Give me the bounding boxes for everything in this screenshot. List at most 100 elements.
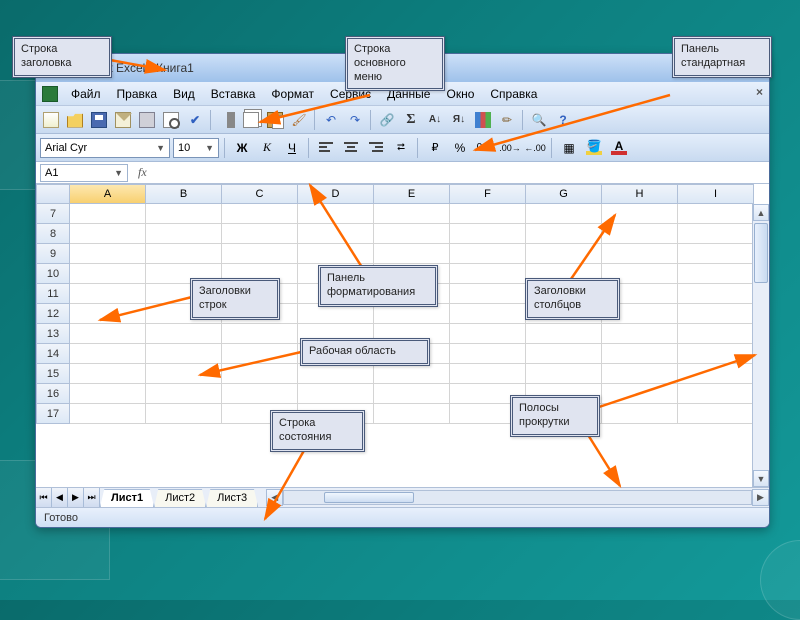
scroll-up-button[interactable]: ▲ <box>753 204 769 221</box>
sheet-tab[interactable]: Лист3 <box>206 489 258 507</box>
select-all-corner[interactable] <box>36 184 70 204</box>
scroll-thumb[interactable] <box>754 223 768 283</box>
menu-file[interactable]: Файл <box>64 84 108 104</box>
redo-button[interactable]: ↷ <box>344 109 366 131</box>
dec-decimal-button[interactable]: ←.00 <box>524 137 546 159</box>
row-header[interactable]: 17 <box>36 404 70 424</box>
mail-button[interactable] <box>112 109 134 131</box>
copy-icon <box>243 112 259 128</box>
scroll-down-button[interactable]: ▼ <box>753 470 769 487</box>
column-header[interactable]: E <box>374 184 450 204</box>
new-button[interactable] <box>40 109 62 131</box>
column-headers: A B C D E F G H I <box>70 184 769 204</box>
preview-icon <box>163 112 179 128</box>
row-header[interactable]: 8 <box>36 224 70 244</box>
column-header[interactable]: I <box>678 184 754 204</box>
column-header[interactable]: A <box>70 184 146 204</box>
autosum-button[interactable]: Σ <box>400 109 422 131</box>
menu-edit[interactable]: Правка <box>110 84 165 104</box>
vertical-scrollbar[interactable]: ▲ ▼ <box>752 204 769 487</box>
row-header[interactable]: 14 <box>36 344 70 364</box>
scroll-left-button[interactable]: ◀ <box>266 489 283 506</box>
inc-decimal-button[interactable]: .00→ <box>499 137 521 159</box>
menu-window[interactable]: Окно <box>439 84 481 104</box>
callout-workarea: Рабочая область <box>300 338 430 366</box>
underline-button[interactable]: Ч <box>281 137 303 159</box>
column-header[interactable]: F <box>450 184 526 204</box>
comma-button[interactable]: 000 <box>474 137 496 159</box>
column-header[interactable]: D <box>298 184 374 204</box>
tab-nav-prev[interactable]: ◀ <box>52 488 68 507</box>
row-header[interactable]: 15 <box>36 364 70 384</box>
tab-nav-next[interactable]: ▶ <box>68 488 84 507</box>
column-header[interactable]: G <box>526 184 602 204</box>
align-left-button[interactable] <box>315 137 337 159</box>
row-header[interactable]: 10 <box>36 264 70 284</box>
italic-button[interactable]: К <box>256 137 278 159</box>
borders-button[interactable]: ▦ <box>558 137 580 159</box>
drawing-button[interactable]: ✏ <box>496 109 518 131</box>
row-header[interactable]: 13 <box>36 324 70 344</box>
callout-scrollbars: Полосы прокрутки <box>510 395 600 437</box>
cut-button[interactable] <box>216 109 238 131</box>
fx-label[interactable]: fx <box>132 165 153 180</box>
save-button[interactable] <box>88 109 110 131</box>
status-text: Готово <box>44 512 78 524</box>
help-button[interactable]: ? <box>552 109 574 131</box>
tab-nav-first[interactable]: ⏮ <box>36 488 52 507</box>
sheet-tab[interactable]: Лист2 <box>154 489 206 507</box>
formatting-toolbar: Arial Cyr ▼ 10 ▼ Ж К Ч ⮂ ₽ % 000 .00→ ←.… <box>36 134 769 162</box>
row-header[interactable]: 11 <box>36 284 70 304</box>
sheet-tab[interactable]: Лист1 <box>100 489 154 507</box>
formula-bar: A1 ▼ fx <box>36 162 769 184</box>
row-header[interactable]: 12 <box>36 304 70 324</box>
standard-toolbar: ✔ 🖌 ↶ ↷ 🔗 Σ A↓ Я↓ ✏ 🔍 ? <box>36 106 769 134</box>
format-painter-button[interactable]: 🖌 <box>288 109 310 131</box>
horizontal-scrollbar[interactable]: ◀ ▶ <box>266 488 769 507</box>
scroll-right-button[interactable]: ▶ <box>752 489 769 506</box>
bold-button[interactable]: Ж <box>231 137 253 159</box>
row-header[interactable]: 7 <box>36 204 70 224</box>
font-combo[interactable]: Arial Cyr ▼ <box>40 138 170 158</box>
callout-titlebar: Строка заголовка <box>12 36 112 78</box>
row-header[interactable]: 9 <box>36 244 70 264</box>
percent-button[interactable]: % <box>449 137 471 159</box>
new-icon <box>43 112 59 128</box>
hyperlink-button[interactable]: 🔗 <box>376 109 398 131</box>
formula-input[interactable] <box>153 164 769 182</box>
menu-insert[interactable]: Вставка <box>204 84 263 104</box>
align-center-button[interactable] <box>340 137 362 159</box>
menu-view[interactable]: Вид <box>166 84 202 104</box>
menu-format[interactable]: Формат <box>264 84 321 104</box>
name-box[interactable]: A1 ▼ <box>40 164 128 182</box>
column-header[interactable]: C <box>222 184 298 204</box>
chart-button[interactable] <box>472 109 494 131</box>
copy-button[interactable] <box>240 109 262 131</box>
spell-button[interactable]: ✔ <box>184 109 206 131</box>
paste-button[interactable] <box>264 109 286 131</box>
open-button[interactable] <box>64 109 86 131</box>
fill-color-button[interactable]: 🪣 <box>583 137 605 159</box>
column-header[interactable]: B <box>146 184 222 204</box>
menu-help[interactable]: Справка <box>483 84 544 104</box>
currency-button[interactable]: ₽ <box>424 137 446 159</box>
doc-close-button[interactable]: × <box>756 85 763 99</box>
font-color-icon: A <box>611 141 627 155</box>
column-header[interactable]: H <box>602 184 678 204</box>
sort-asc-button[interactable]: A↓ <box>424 109 446 131</box>
sheet-tabs-row: ⏮ ◀ ▶ ⏭ Лист1 Лист2 Лист3 ◀ ▶ <box>36 487 769 507</box>
sort-desc-button[interactable]: Я↓ <box>448 109 470 131</box>
open-icon <box>67 112 83 128</box>
font-color-button[interactable]: A <box>608 137 630 159</box>
callout-statusbar: Строка состояния <box>270 410 365 452</box>
tab-nav-last[interactable]: ⏭ <box>84 488 100 507</box>
zoom-button[interactable]: 🔍 <box>528 109 550 131</box>
row-header[interactable]: 16 <box>36 384 70 404</box>
undo-button[interactable]: ↶ <box>320 109 342 131</box>
align-right-button[interactable] <box>365 137 387 159</box>
preview-button[interactable] <box>160 109 182 131</box>
size-combo[interactable]: 10 ▼ <box>173 138 219 158</box>
scroll-thumb[interactable] <box>324 492 414 503</box>
print-button[interactable] <box>136 109 158 131</box>
merge-button[interactable]: ⮂ <box>390 137 412 159</box>
